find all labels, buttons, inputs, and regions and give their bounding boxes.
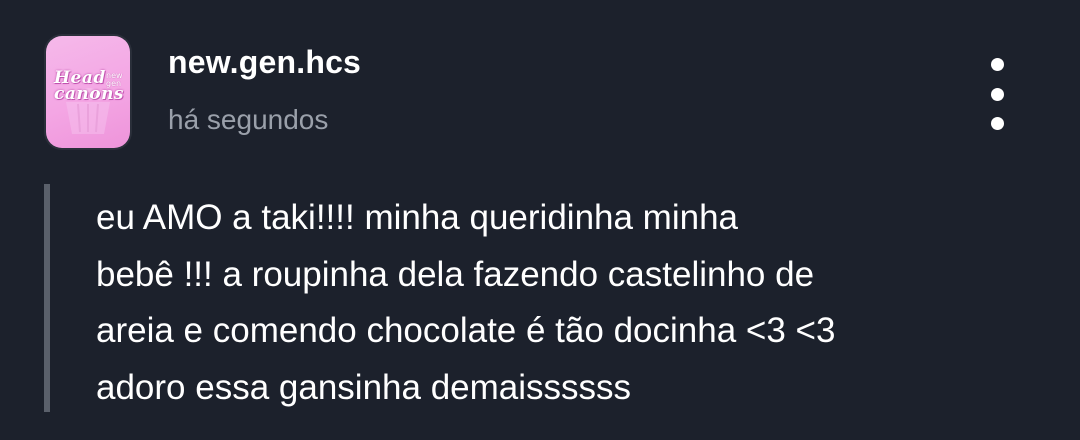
more-vertical-icon-dot xyxy=(990,117,1004,130)
post-body-line: eu AMO a taki!!!! minha queridinha minha xyxy=(96,198,739,237)
author-avatar[interactable]: Head canons new gen xyxy=(46,36,130,148)
post-timestamp: há segundos xyxy=(168,104,329,135)
avatar-logo-small-text: new gen xyxy=(106,71,123,88)
more-vertical-icon xyxy=(990,58,1004,71)
post-body-line: adoro essa gansinha demaissssss xyxy=(96,367,632,407)
author-username[interactable]: new.gen.hcs xyxy=(168,44,361,81)
more-vertical-icon-dot xyxy=(990,87,1004,101)
quote-bar xyxy=(44,184,50,412)
more-options-button[interactable] xyxy=(976,58,1018,130)
post-body: eu AMO a taki!!!! minha queridinha minha… xyxy=(96,190,1056,416)
post-body-line: areia e comendo chocolate é tão docinha … xyxy=(96,311,836,350)
post-body-line: bebê !!! a roupinha dela fazendo casteli… xyxy=(96,254,815,294)
